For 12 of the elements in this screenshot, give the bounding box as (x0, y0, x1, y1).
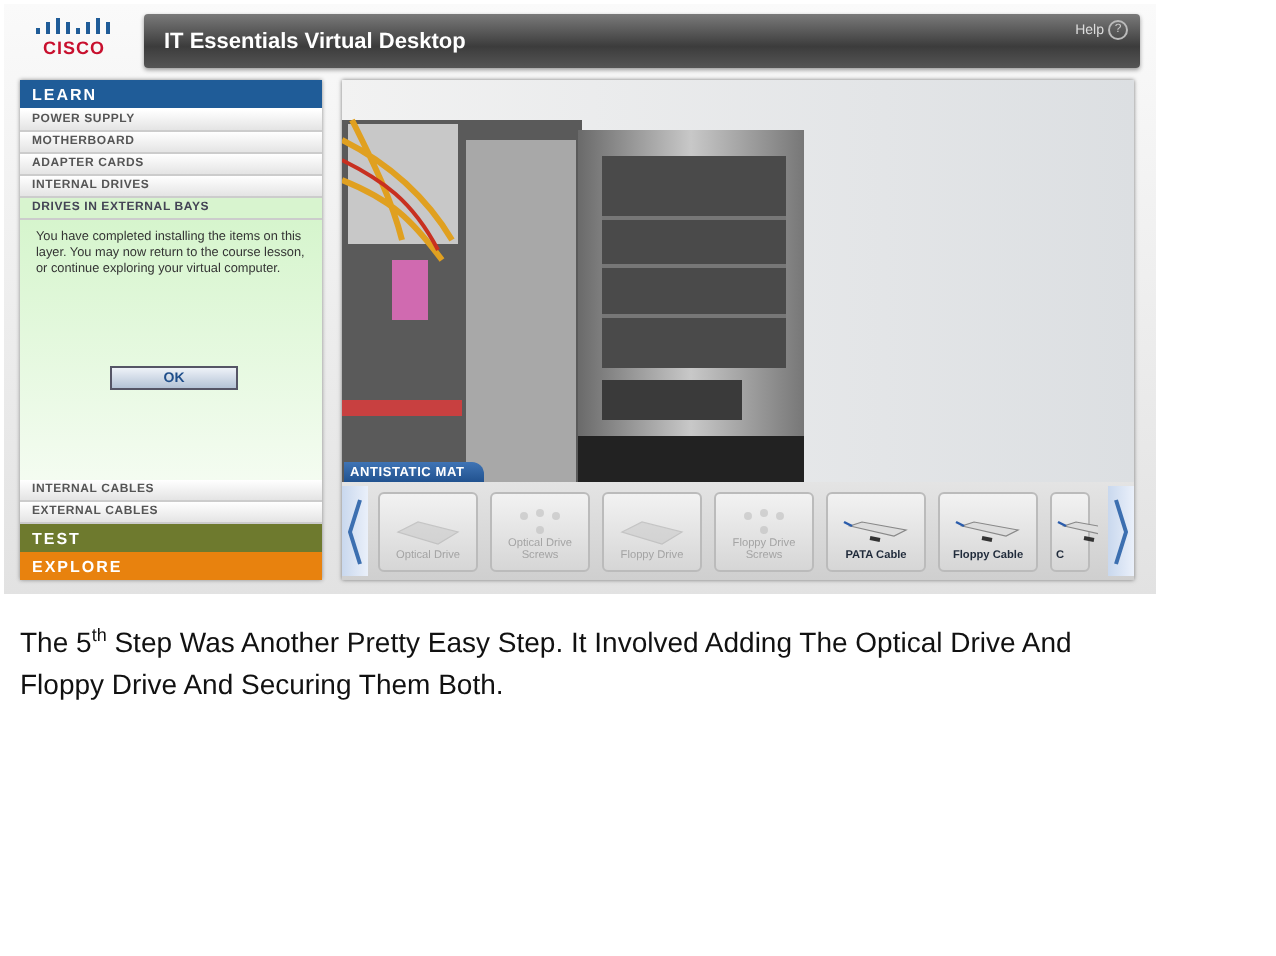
screws-icon (740, 507, 788, 536)
scroll-left-button[interactable] (342, 486, 368, 576)
logo-text: CISCO (42, 38, 105, 58)
section-header[interactable]: TEST (20, 524, 322, 552)
scroll-right-button[interactable] (1108, 486, 1134, 576)
window-title: IT Essentials Virtual Desktop (164, 29, 466, 53)
caption-text: The 5$^{th}$ Step Was Another Pretty Easy Step. It Involved Adding The Optical Drive And Floppy Drive And Securing Them Both. (20, 622, 1074, 704)
drive-icon (394, 520, 462, 549)
screws-icon (516, 507, 564, 536)
drive-icon (618, 520, 686, 549)
section-header[interactable]: LEARN (20, 80, 322, 110)
bars-icon (34, 18, 114, 38)
